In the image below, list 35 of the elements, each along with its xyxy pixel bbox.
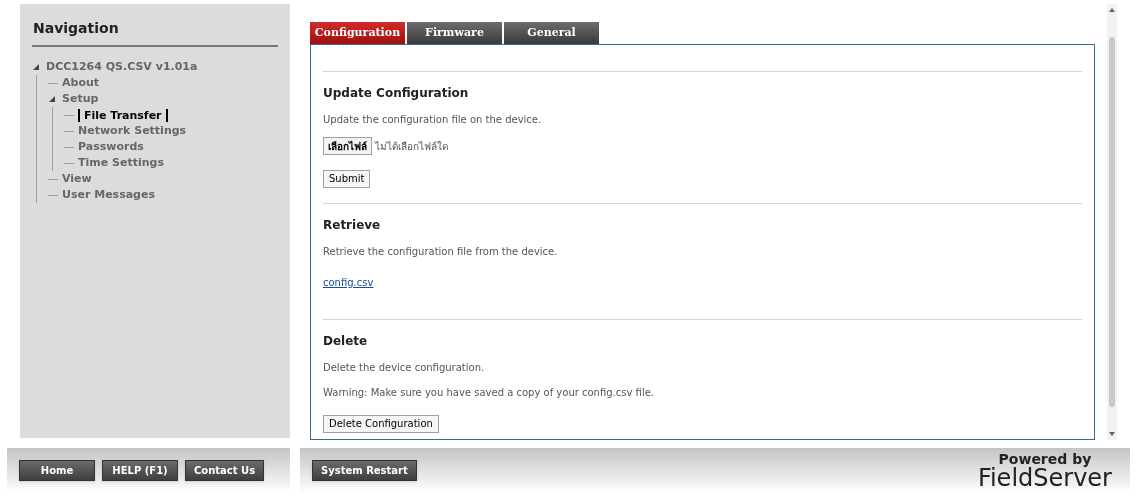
footer-button[interactable]: Home [19, 460, 95, 481]
tab[interactable]: Firmware [407, 22, 502, 44]
tree-item[interactable]: Passwords [78, 138, 144, 156]
description-text: Warning: Make sure you have saved a copy of your config.csv file. [323, 386, 655, 400]
section-heading: Update Configuration [323, 85, 470, 102]
description-text: Retrieve the configuration file from the device. [323, 245, 559, 259]
tree-item[interactable]: View [62, 170, 92, 188]
panel-title: Navigation [32, 18, 278, 47]
action-button[interactable]: Delete Configuration [323, 414, 439, 433]
tree-item[interactable]: File Transfer [78, 108, 168, 122]
footer-button[interactable]: HELP (F1) [102, 460, 178, 481]
section-heading: Retrieve [323, 217, 382, 234]
file-link[interactable]: config.csv [323, 277, 374, 288]
tree-item[interactable]: User Messages [62, 186, 155, 204]
scroll-down-icon[interactable] [1109, 432, 1115, 436]
tree-item[interactable]: Setup [62, 90, 99, 108]
footer-button[interactable]: Contact Us [185, 460, 265, 481]
action-button[interactable]: Submit [323, 169, 371, 188]
scrollbar[interactable] [1107, 4, 1117, 440]
expander-icon[interactable] [32, 63, 40, 71]
scroll-up-icon[interactable] [1109, 8, 1115, 12]
expander-icon[interactable] [48, 95, 56, 103]
tree-item[interactable]: About [62, 74, 100, 92]
description-text: Delete the device configuration. [323, 361, 486, 375]
tab[interactable]: General [504, 22, 599, 44]
file-status-text: ไม่ได้เลือกไฟล์ใด [375, 139, 448, 154]
choose-file-button[interactable]: เลือกไฟล์ [323, 137, 372, 155]
description-text: Update the configuration file on the device. [323, 113, 543, 127]
tree-item[interactable]: Time Settings [78, 154, 164, 172]
tree-item[interactable]: DCC1264 QS.CSV v1.01a [46, 58, 198, 76]
brand-tagline: Powered by [998, 451, 1092, 466]
footer-button[interactable]: System Restart [312, 460, 417, 481]
tab[interactable]: Configuration [310, 22, 405, 44]
tree-item[interactable]: Network Settings [78, 122, 187, 140]
section-heading: Delete [323, 333, 369, 350]
